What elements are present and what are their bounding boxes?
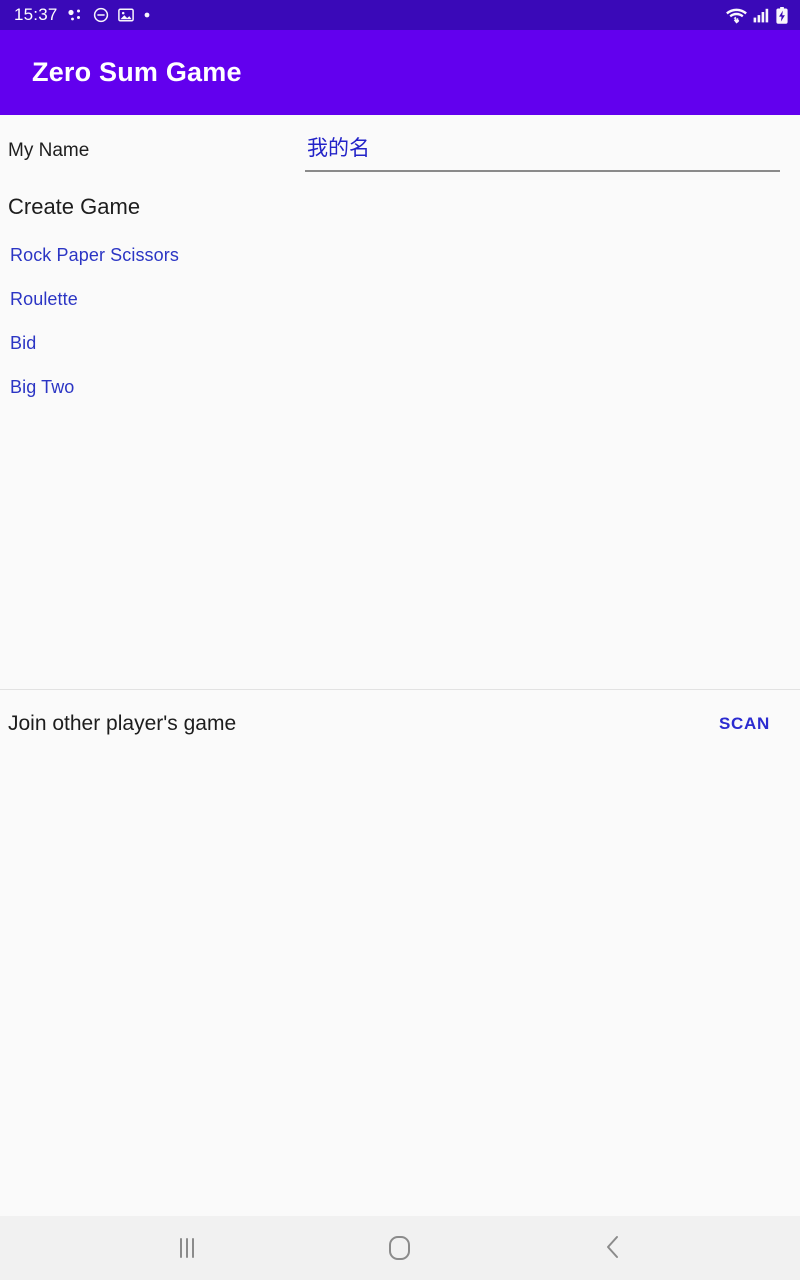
status-bar-right: [726, 6, 788, 24]
phone-screen: 15:37 Zero Sum Game My Name 我的名 Create G…: [0, 0, 800, 1280]
join-game-row: Join other player's game SCAN: [0, 690, 800, 738]
create-game-list: Rock Paper Scissors Roulette Bid Big Two: [0, 221, 800, 409]
game-item-roulette[interactable]: Roulette: [0, 277, 800, 321]
scan-button[interactable]: SCAN: [713, 710, 776, 738]
dots-cluster-icon: [67, 8, 84, 23]
cellular-signal-icon: [753, 8, 770, 23]
status-bar-clock: 15:37: [14, 5, 58, 24]
game-item-bid[interactable]: Bid: [0, 321, 800, 365]
status-bar: 15:37: [0, 0, 800, 30]
join-game-section: Join other player's game SCAN: [0, 689, 800, 738]
main-content: My Name Create Game Rock Paper Scissors …: [0, 115, 800, 1216]
recent-apps-button[interactable]: [151, 1224, 223, 1272]
recent-apps-icon: [179, 1238, 194, 1258]
status-bar-left: 15:37: [14, 6, 151, 24]
small-dot-icon: [143, 11, 151, 19]
back-chevron-icon: [603, 1234, 623, 1263]
home-icon: [389, 1236, 411, 1260]
my-name-field-wrapper: [305, 137, 790, 172]
game-item-big-two[interactable]: Big Two: [0, 365, 800, 409]
battery-charging-icon: [776, 6, 788, 24]
my-name-input[interactable]: [305, 137, 780, 172]
home-button[interactable]: [364, 1224, 436, 1272]
do-not-disturb-icon: [93, 7, 109, 23]
game-item-rock-paper-scissors[interactable]: Rock Paper Scissors: [0, 233, 800, 277]
join-game-label: Join other player's game: [8, 712, 237, 735]
image-icon: [117, 7, 134, 23]
app-bar: Zero Sum Game: [0, 30, 800, 115]
android-navigation-bar: [0, 1216, 800, 1280]
back-button[interactable]: [577, 1224, 649, 1272]
wifi-icon: [726, 7, 747, 24]
my-name-label: My Name: [8, 140, 90, 161]
app-title: Zero Sum Game: [32, 57, 242, 87]
my-name-row: My Name: [0, 115, 800, 177]
create-game-heading: Create Game: [8, 194, 141, 219]
